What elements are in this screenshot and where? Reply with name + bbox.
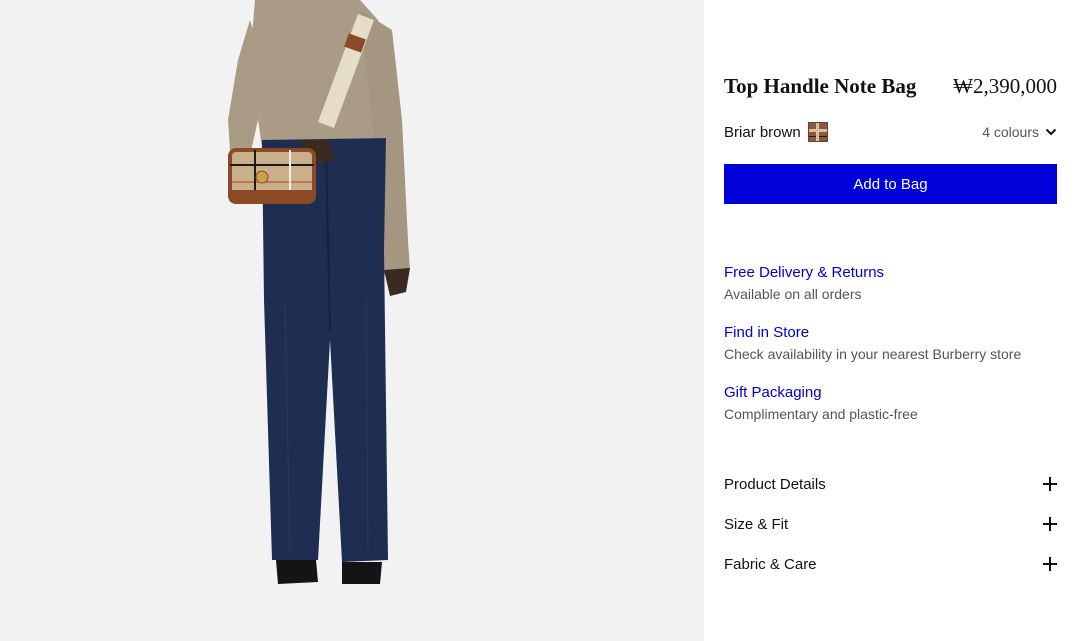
accordion-label: Fabric & Care bbox=[724, 555, 817, 573]
accordion-label: Product Details bbox=[724, 475, 826, 493]
free-delivery-link[interactable]: Free Delivery & Returns bbox=[724, 264, 1057, 282]
plus-icon bbox=[1043, 557, 1057, 571]
accordion-product-details[interactable]: Product Details bbox=[724, 472, 1057, 496]
add-to-bag-button[interactable]: Add to Bag bbox=[724, 164, 1057, 204]
service-gift-packaging: Gift Packaging Complimentary and plastic… bbox=[724, 384, 1057, 423]
service-delivery: Free Delivery & Returns Available on all… bbox=[724, 264, 1057, 303]
product-header: Top Handle Note Bag ₩2,390,000 bbox=[724, 74, 1057, 99]
free-delivery-description: Available on all orders bbox=[724, 286, 862, 302]
chevron-down-icon bbox=[1045, 128, 1057, 136]
plus-icon bbox=[1043, 477, 1057, 491]
find-in-store-description: Check availability in your nearest Burbe… bbox=[724, 346, 1022, 362]
gift-packaging-description: Complimentary and plastic-free bbox=[724, 406, 918, 422]
plus-icon bbox=[1043, 517, 1057, 531]
colours-dropdown[interactable]: 4 colours bbox=[982, 124, 1057, 140]
service-find-in-store: Find in Store Check availability in your… bbox=[724, 324, 1057, 363]
accordion-fabric-care[interactable]: Fabric & Care bbox=[724, 552, 1057, 576]
colour-selector: Briar brown 4 colours bbox=[724, 121, 1057, 143]
product-image[interactable] bbox=[0, 0, 704, 641]
product-info-panel: Top Handle Note Bag ₩2,390,000 Briar bro… bbox=[724, 0, 1057, 641]
product-title: Top Handle Note Bag bbox=[724, 74, 917, 98]
model-wearing-bag-image bbox=[0, 0, 704, 641]
product-price: ₩2,390,000 bbox=[953, 74, 1057, 98]
colour-count: 4 colours bbox=[982, 124, 1039, 140]
find-in-store-link[interactable]: Find in Store bbox=[724, 324, 1057, 342]
selected-colour: Briar brown bbox=[724, 122, 828, 142]
gift-packaging-link[interactable]: Gift Packaging bbox=[724, 384, 1057, 402]
colour-swatch[interactable] bbox=[807, 122, 828, 142]
accordion-label: Size & Fit bbox=[724, 515, 789, 533]
accordion-size-fit[interactable]: Size & Fit bbox=[724, 512, 1057, 536]
colour-name: Briar brown bbox=[724, 123, 801, 141]
